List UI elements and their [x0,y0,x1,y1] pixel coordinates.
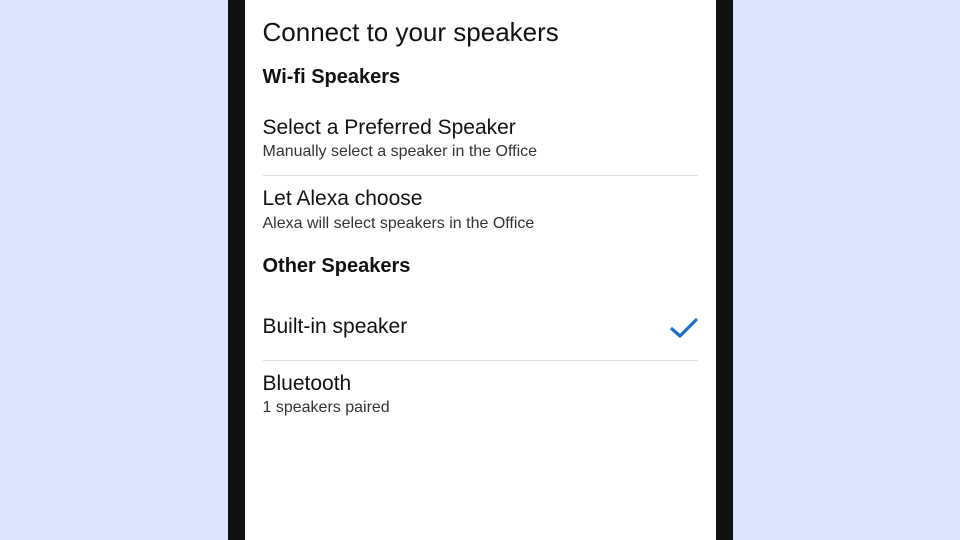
row-subtitle: 1 speakers paired [263,399,698,417]
row-text: Select a Preferred Speaker Manually sele… [263,115,698,161]
row-bluetooth[interactable]: Bluetooth 1 speakers paired [263,361,698,431]
row-text: Built-in speaker [263,314,658,340]
page-title: Connect to your speakers [263,17,698,48]
row-preferred-speaker[interactable]: Select a Preferred Speaker Manually sele… [263,105,698,175]
device-frame: Connect to your speakers Wi-fi Speakers … [228,0,733,540]
row-let-alexa-choose[interactable]: Let Alexa choose Alexa will select speak… [263,176,698,246]
row-subtitle: Alexa will select speakers in the Office [263,215,698,233]
row-subtitle: Manually select a speaker in the Office [263,143,698,161]
row-title: Bluetooth [263,371,698,397]
row-title: Built-in speaker [263,314,658,340]
checkmark-icon [670,317,698,339]
section-label-wifi: Wi-fi Speakers [263,66,698,89]
row-text: Bluetooth 1 speakers paired [263,371,698,417]
row-title: Select a Preferred Speaker [263,115,698,141]
screen: Connect to your speakers Wi-fi Speakers … [245,0,716,540]
section-label-other: Other Speakers [263,255,698,278]
row-text: Let Alexa choose Alexa will select speak… [263,186,698,232]
row-built-in-speaker[interactable]: Built-in speaker [263,294,698,360]
row-title: Let Alexa choose [263,186,698,212]
